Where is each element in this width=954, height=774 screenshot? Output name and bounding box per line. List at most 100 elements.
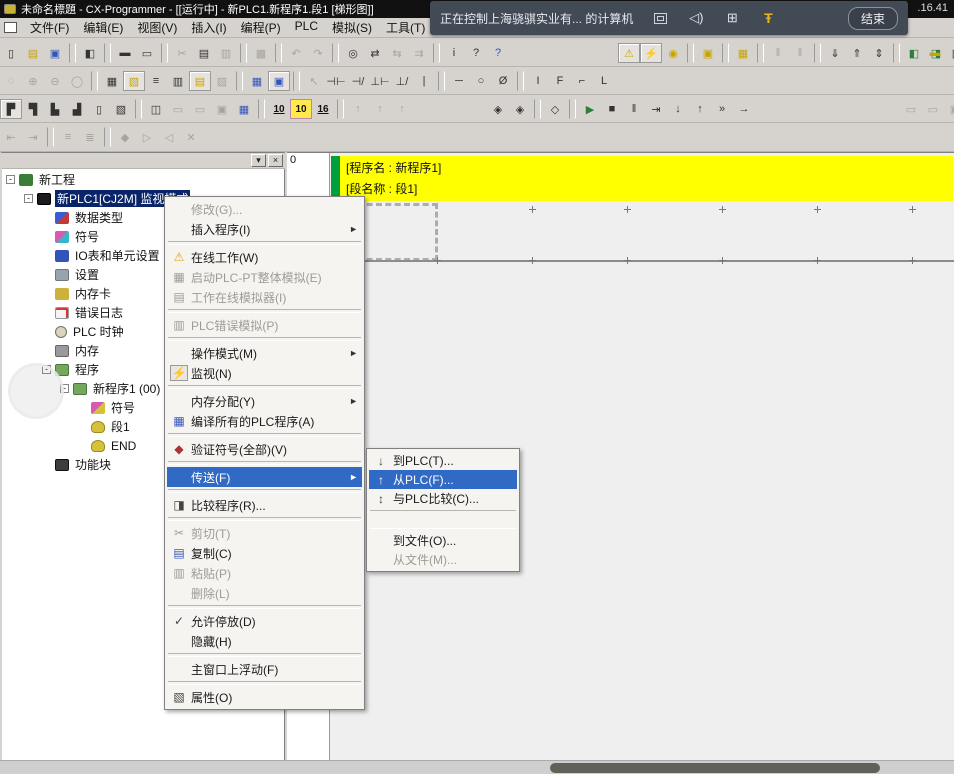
closed-coil-icon[interactable]: Ø: [492, 71, 514, 91]
sim-step-run-icon[interactable]: ⇥: [645, 99, 667, 119]
submenu-item-from-plc[interactable]: ↑ 从PLC(F)...: [369, 470, 517, 489]
menu-item-hide[interactable]: 隐藏(H): [167, 631, 362, 651]
sim-debug-icon[interactable]: ◈: [487, 99, 509, 119]
sim-step-out-icon[interactable]: ↑: [689, 99, 711, 119]
online-edit-begin-icon[interactable]: ◧: [903, 43, 925, 63]
print-preview-icon[interactable]: ▭: [136, 43, 158, 63]
window-watch-icon[interactable]: ▥: [946, 43, 954, 63]
transfer-to-plc-icon[interactable]: ⇓: [824, 43, 846, 63]
bottom-scrollbar[interactable]: [0, 760, 954, 774]
menu-item-work-online[interactable]: ⚠ 在线工作(W): [167, 247, 362, 267]
menu-item-verify-symbols-all[interactable]: ◆ 验证符号(全部)(V): [167, 439, 362, 459]
menu-view[interactable]: 视图(V): [130, 17, 184, 38]
submenu-item-to-file[interactable]: 到文件(O)...: [369, 531, 517, 550]
data-trace-icon[interactable]: ▦: [233, 99, 255, 119]
sim-pause-icon[interactable]: ‖: [623, 99, 645, 119]
show-rungs-icon[interactable]: ▥: [167, 71, 189, 91]
compare-with-plc-icon[interactable]: ⇕: [868, 43, 890, 63]
menu-item-copy[interactable]: ▤ 复制(C): [167, 543, 362, 563]
menu-item-compile-all-plc-programs[interactable]: ▦ 编译所有的PLC程序(A): [167, 411, 362, 431]
label-icon[interactable]: L: [593, 71, 615, 91]
find-icon[interactable]: ◎: [342, 43, 364, 63]
help-icon[interactable]: ?: [465, 43, 487, 63]
tree-expander-icon[interactable]: -: [6, 175, 15, 184]
monitor-mode-icon[interactable]: ⚡: [640, 43, 662, 63]
menu-item-memory-allocation[interactable]: 内存分配(Y) ►: [167, 391, 362, 411]
contact-icon[interactable]: ⊣⊢: [325, 71, 347, 91]
menu-insert[interactable]: 插入(I): [184, 17, 233, 38]
submenu-item-compare-with-plc[interactable]: ↕ 与PLC比较(C)...: [369, 489, 517, 508]
context-help-icon[interactable]: ?: [487, 43, 509, 63]
save-icon[interactable]: ▣: [44, 43, 66, 63]
menu-item-allow-docking[interactable]: ✓ 允许停放(D): [167, 611, 362, 631]
monitor-data-icon[interactable]: ▦: [246, 71, 268, 91]
or-contact-icon[interactable]: ⊥⊢: [369, 71, 391, 91]
work-online-icon[interactable]: ⚠: [618, 43, 640, 63]
transfer-from-plc-icon[interactable]: ⇑: [846, 43, 868, 63]
closed-contact-icon[interactable]: ⊣/: [347, 71, 369, 91]
overlay-collapse-button[interactable]: [8, 363, 64, 419]
sim-scan-run-icon[interactable]: →: [733, 99, 755, 119]
menu-item-monitor[interactable]: ⚡ 监视(N): [167, 363, 362, 383]
menu-program[interactable]: 编程(P): [234, 17, 288, 38]
speaker-icon[interactable]: ◁): [687, 10, 705, 26]
copy-icon[interactable]: ▤: [193, 43, 215, 63]
signed-decimal-display-icon[interactable]: 10: [290, 99, 312, 119]
menu-item-operating-mode[interactable]: 操作模式(M) ►: [167, 343, 362, 363]
hex-display-icon[interactable]: 16: [312, 99, 334, 119]
vertical-line-icon[interactable]: |: [413, 71, 435, 91]
toggle-address-ref-icon[interactable]: ▧: [110, 99, 132, 119]
fullscreen-icon[interactable]: [651, 10, 669, 26]
show-rung-annotation-icon[interactable]: ▧: [123, 71, 145, 91]
sim-run-icon[interactable]: ▶: [579, 99, 601, 119]
toggle-local-symbol-window-icon[interactable]: ▯: [88, 99, 110, 119]
scrollbar-thumb[interactable]: [550, 763, 880, 773]
compile-check-icon[interactable]: ◧: [79, 43, 101, 63]
toggle-cross-ref-window-icon[interactable]: ▟: [66, 99, 88, 119]
monitor-select-icon[interactable]: ⊞: [723, 10, 741, 26]
grid-icon[interactable]: ▦: [101, 71, 123, 91]
workspace-close-button[interactable]: ×: [268, 154, 283, 167]
horizontal-line-icon[interactable]: ─: [448, 71, 470, 91]
show-comments-icon[interactable]: ▤: [189, 71, 211, 91]
toggle-output-window-icon[interactable]: ▜: [22, 99, 44, 119]
menu-tools[interactable]: 工具(T): [379, 17, 432, 38]
annotation-pen-icon[interactable]: Ŧ: [759, 10, 777, 26]
monitor-watch-icon[interactable]: ◉: [662, 43, 684, 63]
workspace-pin-button[interactable]: ▾: [251, 154, 266, 167]
menu-item-properties[interactable]: ▧ 属性(O): [167, 687, 362, 707]
sim-mode-icon[interactable]: ◇: [544, 99, 566, 119]
menu-item-transfer[interactable]: 传送(F) ►: [167, 467, 362, 487]
instruction-icon[interactable]: I: [527, 71, 549, 91]
submenu-item-to-plc[interactable]: ↓ 到PLC(T)...: [369, 451, 517, 470]
print-icon[interactable]: ▬: [114, 43, 136, 63]
sim-continuous-step-icon[interactable]: »: [711, 99, 733, 119]
show-symbol-bar-icon[interactable]: ≡: [145, 71, 167, 91]
tree-item-new-project[interactable]: - 新工程: [2, 170, 285, 189]
menu-simulation[interactable]: 模拟(S): [325, 17, 379, 38]
end-session-button[interactable]: 结束: [848, 7, 898, 30]
toggle-watch-window-icon[interactable]: ▙: [44, 99, 66, 119]
menu-item-float-in-main-window[interactable]: 主窗口上浮动(F): [167, 659, 362, 679]
about-icon[interactable]: i: [443, 43, 465, 63]
decimal-display-icon[interactable]: 10: [268, 99, 290, 119]
pause-monitor-icon[interactable]: ▣: [697, 43, 719, 63]
or-closed-contact-icon[interactable]: ⊥/: [391, 71, 413, 91]
open-file-icon[interactable]: ▤: [22, 43, 44, 63]
find-replace-icon[interactable]: ⇄: [364, 43, 386, 63]
invert-icon[interactable]: ⌐: [571, 71, 593, 91]
menu-item-compare-program[interactable]: ◨ 比较程序(R)...: [167, 495, 362, 515]
sim-stop-icon[interactable]: ■: [601, 99, 623, 119]
toggle-project-window-icon[interactable]: ▛: [0, 99, 22, 119]
menu-item-insert-program[interactable]: 插入程序(I) ►: [167, 219, 362, 239]
sim-breakpoint-icon[interactable]: ◈: [509, 99, 531, 119]
new-file-icon[interactable]: ▯: [0, 43, 22, 63]
menu-file[interactable]: 文件(F): [23, 17, 76, 38]
menu-edit[interactable]: 编辑(E): [76, 17, 130, 38]
window-monitor-icon[interactable]: ▬: [924, 43, 946, 63]
coil-icon[interactable]: ○: [470, 71, 492, 91]
function-block-invoke-icon[interactable]: F: [549, 71, 571, 91]
tree-expander-icon[interactable]: -: [24, 194, 33, 203]
ct-view-icon[interactable]: ▣: [268, 71, 290, 91]
menu-plc[interactable]: PLC: [288, 17, 325, 38]
